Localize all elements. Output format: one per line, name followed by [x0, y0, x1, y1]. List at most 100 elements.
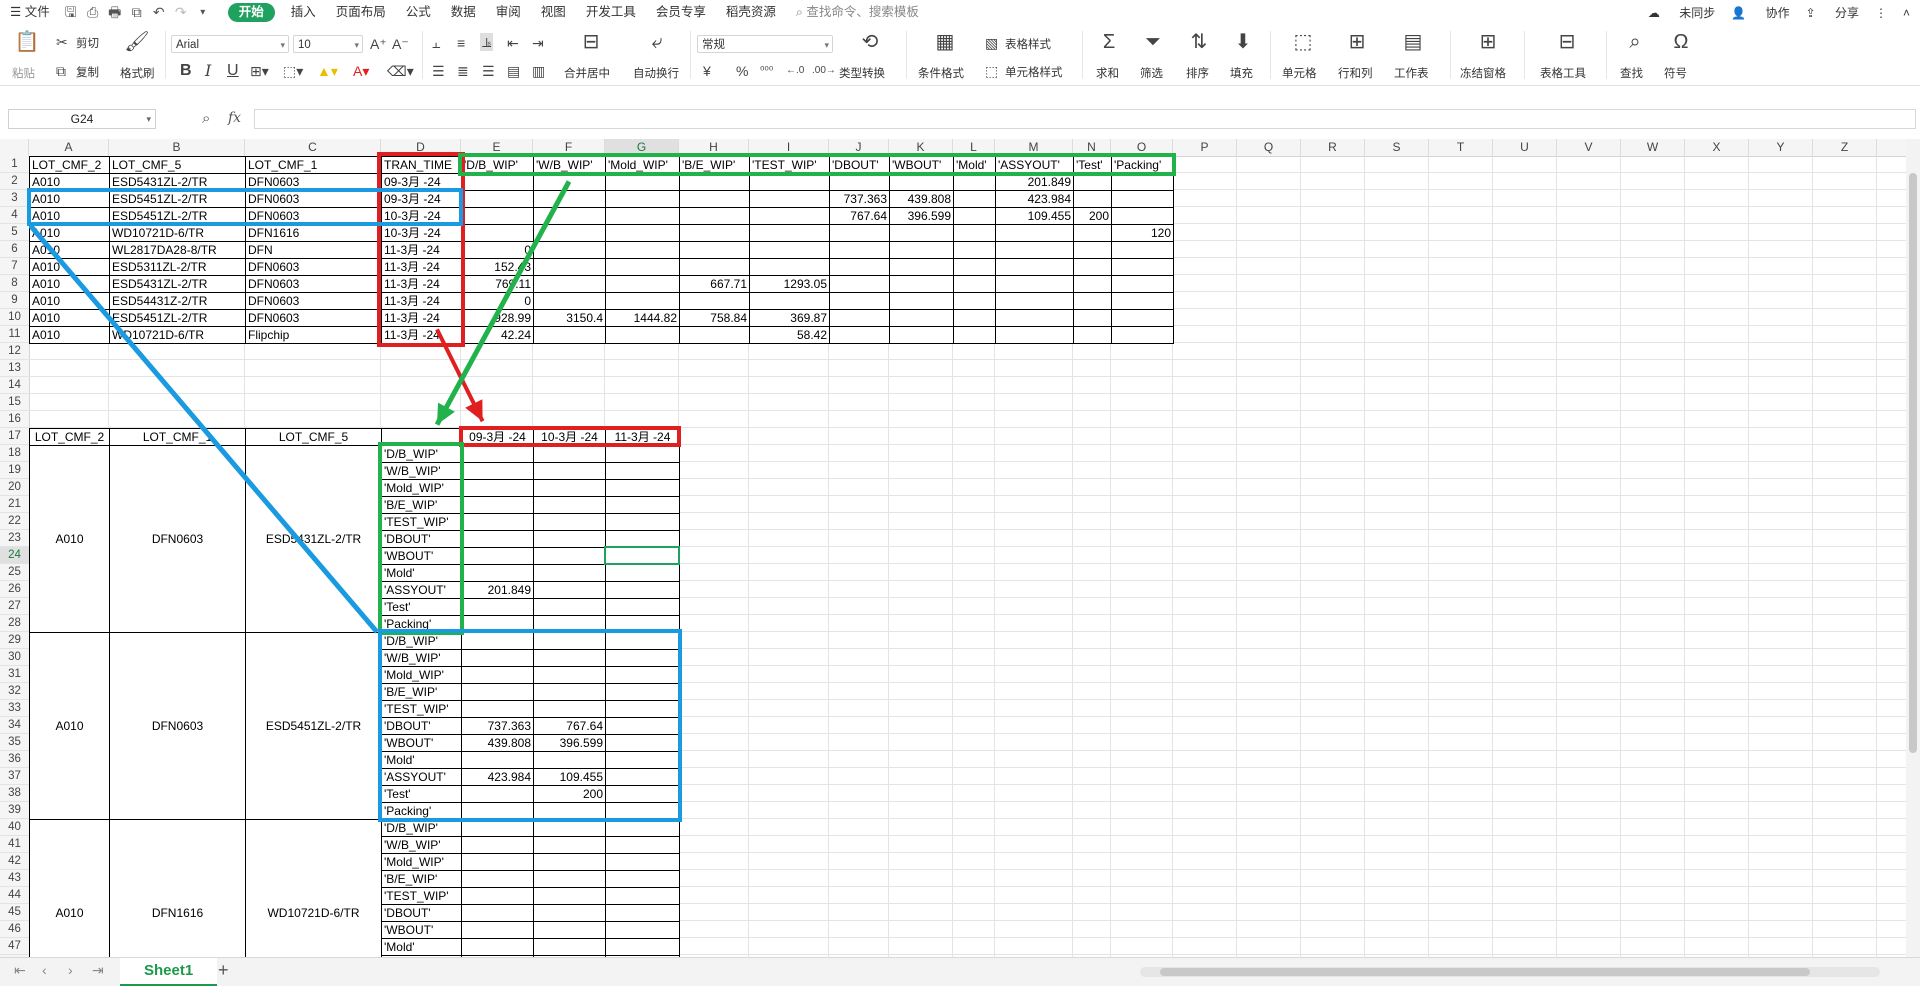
- italic-button[interactable]: I: [205, 63, 211, 79]
- pivot-value-cell[interactable]: [605, 513, 680, 531]
- table-cell[interactable]: DFN0603: [245, 309, 382, 327]
- pivot-value-cell[interactable]: [461, 887, 534, 905]
- column-header[interactable]: X: [1685, 139, 1749, 156]
- table-cell[interactable]: A010: [29, 224, 110, 242]
- table-cell[interactable]: 58.42: [749, 326, 830, 344]
- table-cell[interactable]: [995, 241, 1074, 259]
- first-sheet-icon[interactable]: ⇤: [14, 962, 26, 979]
- column-header[interactable]: W: [1621, 139, 1685, 156]
- pivot-value-cell[interactable]: [533, 530, 606, 548]
- row-header[interactable]: 30: [0, 649, 29, 666]
- sort-button[interactable]: 排序: [1186, 65, 1209, 81]
- table-cell[interactable]: [889, 309, 954, 327]
- table-cell[interactable]: ESD54431Z-2/TR: [109, 292, 246, 310]
- table-cell[interactable]: 09-3月 -24: [381, 190, 462, 208]
- table-cell[interactable]: [889, 173, 954, 191]
- align-middle-icon[interactable]: ≡: [457, 35, 465, 51]
- pivot-value-cell[interactable]: 767.64: [533, 717, 606, 735]
- table-cell[interactable]: [679, 207, 750, 225]
- pivot-value-cell[interactable]: [605, 836, 680, 854]
- pivot-value-cell[interactable]: [533, 445, 606, 463]
- conditional-format-icon[interactable]: ▦: [930, 31, 960, 53]
- pivot-value-cell[interactable]: [605, 870, 680, 888]
- pivot-value-cell[interactable]: [461, 445, 534, 463]
- pivot-value-cell[interactable]: [605, 819, 680, 837]
- worksheet-button[interactable]: 工作表: [1394, 65, 1429, 81]
- horizontal-scroll-thumb[interactable]: [1160, 968, 1810, 976]
- table-cell[interactable]: 737.363: [829, 190, 890, 208]
- ribbon-tab[interactable]: 开发工具: [576, 0, 646, 25]
- header-cell[interactable]: 'Packing': [1111, 156, 1174, 174]
- cut-icon[interactable]: ✂: [56, 34, 68, 50]
- table-cell[interactable]: DFN0603: [245, 258, 382, 276]
- table-cell[interactable]: [749, 207, 830, 225]
- table-cell[interactable]: [889, 241, 954, 259]
- pivot-metric-label[interactable]: 'WBOUT': [381, 921, 462, 939]
- table-cell[interactable]: [953, 173, 996, 191]
- row-header[interactable]: 29: [0, 632, 29, 649]
- table-cell[interactable]: 439.808: [889, 190, 954, 208]
- header-cell[interactable]: TRAN_TIME: [381, 156, 462, 174]
- table-cell[interactable]: [533, 326, 606, 344]
- table-cell[interactable]: [749, 241, 830, 259]
- underline-button[interactable]: U: [227, 63, 239, 79]
- font-name-select[interactable]: Arial ▾: [171, 35, 289, 53]
- pivot-metric-label[interactable]: 'Mold': [381, 751, 462, 769]
- table-cell[interactable]: A010: [29, 173, 110, 191]
- table-cell[interactable]: [1111, 275, 1174, 293]
- symbol-button[interactable]: 符号: [1664, 65, 1687, 81]
- pivot-merged-cell[interactable]: A010: [29, 445, 110, 633]
- table-cell[interactable]: ESD5431ZL-2/TR: [109, 275, 246, 293]
- pivot-metric-label[interactable]: 'Packing': [381, 615, 462, 633]
- cell-style-icon[interactable]: ⬚: [985, 63, 998, 79]
- table-cell[interactable]: ESD5431ZL-2/TR: [109, 173, 246, 191]
- function-icon[interactable]: fx: [228, 110, 241, 126]
- pivot-value-cell[interactable]: 737.363: [461, 717, 534, 735]
- pivot-value-cell[interactable]: [605, 887, 680, 905]
- table-cell[interactable]: A010: [29, 309, 110, 327]
- table-cell[interactable]: [1073, 173, 1112, 191]
- table-cell[interactable]: [679, 258, 750, 276]
- conditional-format-button[interactable]: 条件格式: [918, 65, 964, 81]
- sync-status[interactable]: ☁ 未同步: [1648, 4, 1715, 21]
- table-cell[interactable]: [1073, 258, 1112, 276]
- cell-area[interactable]: LOT_CMF_2 LOT_CMF_5 LOT_CMF_1 TRAN_TIME 'D/B…: [27, 152, 1906, 957]
- table-cell[interactable]: [749, 173, 830, 191]
- table-cell[interactable]: [829, 309, 890, 327]
- pivot-value-cell[interactable]: [605, 649, 680, 667]
- share-button[interactable]: ⇪ 分享: [1806, 4, 1859, 21]
- table-cell[interactable]: 758.84: [679, 309, 750, 327]
- cell-icon[interactable]: ⬚: [1290, 31, 1316, 53]
- pivot-value-cell[interactable]: [533, 700, 606, 718]
- pivot-value-cell[interactable]: [533, 598, 606, 616]
- column-header[interactable]: J: [829, 139, 889, 156]
- table-cell[interactable]: 369.87: [749, 309, 830, 327]
- horizontal-scrollbar[interactable]: [1140, 967, 1880, 977]
- pivot-value-cell[interactable]: [461, 819, 534, 837]
- pivot-value-cell[interactable]: [605, 700, 680, 718]
- pivot-value-cell[interactable]: [533, 547, 606, 565]
- table-cell[interactable]: [461, 173, 534, 191]
- pivot-value-cell[interactable]: [461, 751, 534, 769]
- table-cell[interactable]: [1073, 241, 1112, 259]
- ribbon-tab[interactable]: 开始: [227, 3, 275, 22]
- table-cell[interactable]: [533, 258, 606, 276]
- pivot-value-cell[interactable]: [605, 734, 680, 752]
- table-cell[interactable]: 0: [461, 292, 534, 310]
- table-cell[interactable]: 769.11: [461, 275, 534, 293]
- print-preview-icon[interactable]: ⧉: [126, 0, 148, 25]
- column-header[interactable]: V: [1557, 139, 1621, 156]
- table-cell[interactable]: [605, 241, 680, 259]
- pivot-value-cell[interactable]: 201.849: [461, 581, 534, 599]
- last-sheet-icon[interactable]: ⇥: [92, 962, 104, 979]
- table-cell[interactable]: [605, 275, 680, 293]
- table-cell[interactable]: [533, 292, 606, 310]
- pivot-value-cell[interactable]: [533, 904, 606, 922]
- pivot-value-cell[interactable]: [533, 479, 606, 497]
- table-cell[interactable]: 1444.82: [605, 309, 680, 327]
- header-cell[interactable]: LOT_CMF_5: [109, 156, 246, 174]
- row-header[interactable]: 11: [0, 326, 29, 343]
- column-header[interactable]: I: [749, 139, 829, 156]
- row-header[interactable]: 36: [0, 751, 29, 768]
- row-header[interactable]: 12: [0, 343, 29, 360]
